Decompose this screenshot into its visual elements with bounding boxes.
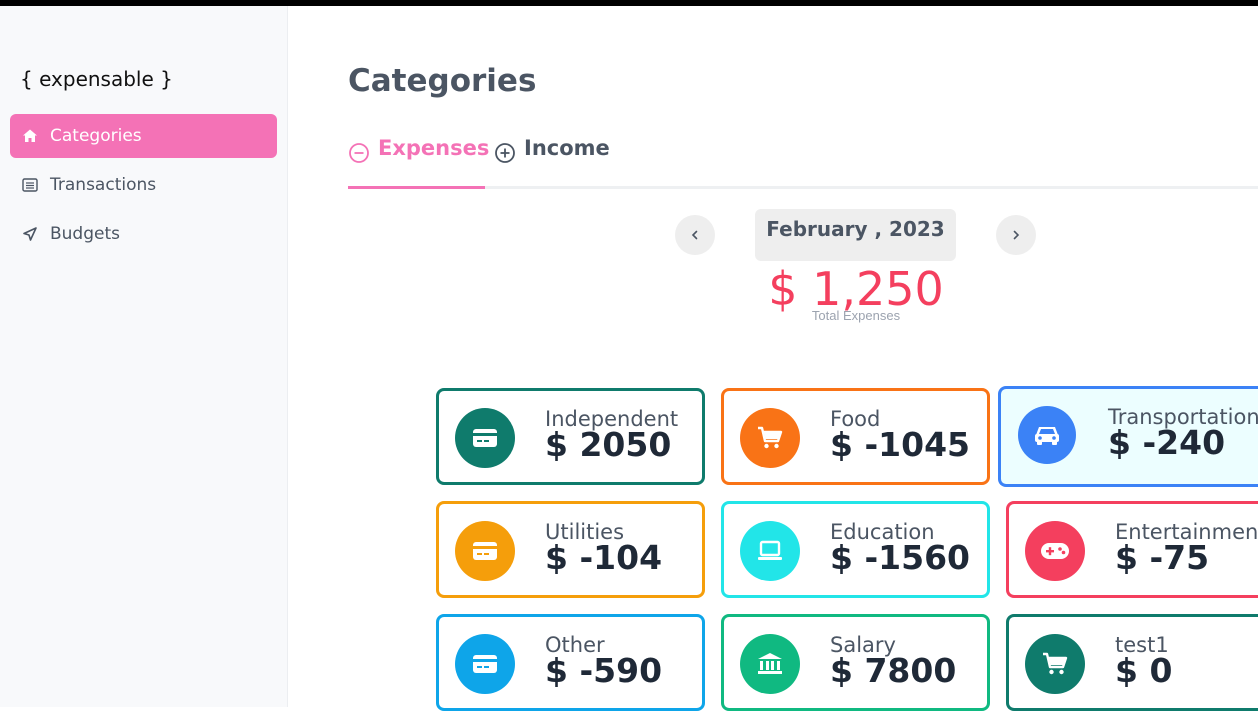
sidebar-item-budgets[interactable]: Budgets xyxy=(10,212,277,256)
minus-circle-icon xyxy=(349,143,369,163)
category-amount: $ 2050 xyxy=(545,425,672,464)
category-card-salary[interactable]: Salary $ 7800 xyxy=(721,614,990,711)
sidebar-item-label: Budgets xyxy=(50,224,121,244)
category-amount: $ -1045 xyxy=(830,425,970,464)
category-card-transportation[interactable]: Transportation $ -240 xyxy=(998,386,1258,487)
category-amount: $ -590 xyxy=(545,651,663,690)
tab-label: Expenses xyxy=(378,136,490,160)
list-icon xyxy=(20,175,40,195)
cart-icon xyxy=(740,408,800,468)
gamepad-icon xyxy=(1025,521,1085,581)
active-tab-indicator xyxy=(348,186,485,189)
tab-income[interactable]: Income xyxy=(494,132,610,164)
category-card-utilities[interactable]: Utilities $ -104 xyxy=(436,501,705,598)
category-card-other[interactable]: Other $ -590 xyxy=(436,614,705,711)
category-amount: $ 7800 xyxy=(830,651,957,690)
chevron-right-icon xyxy=(1013,230,1020,240)
car-icon xyxy=(1018,406,1076,464)
sidebar: { expensable } Categories Transactions B… xyxy=(0,6,288,707)
category-amount: $ -104 xyxy=(545,538,663,577)
category-card-entertainment[interactable]: Entertainment $ -75 xyxy=(1006,501,1258,598)
category-card-independent[interactable]: Independent $ 2050 xyxy=(436,388,705,485)
credit-card-icon xyxy=(455,521,515,581)
category-amount: $ -75 xyxy=(1115,538,1210,577)
category-type-tabs: Expenses Income xyxy=(348,124,1258,189)
main-content: Categories Expenses Income February , 20… xyxy=(288,6,1258,711)
total-label: Total Expenses xyxy=(811,308,901,323)
page-title: Categories xyxy=(348,63,537,99)
app-logo: { expensable } xyxy=(20,67,173,91)
chevron-left-icon xyxy=(691,230,698,240)
sidebar-item-transactions[interactable]: Transactions xyxy=(10,163,277,207)
credit-card-icon xyxy=(455,408,515,468)
category-amount: $ -1560 xyxy=(830,538,970,577)
next-month-button[interactable] xyxy=(996,215,1036,255)
sidebar-item-label: Categories xyxy=(50,126,142,146)
plus-circle-icon xyxy=(495,143,515,163)
sidebar-item-label: Transactions xyxy=(50,175,157,195)
cart-icon xyxy=(1025,634,1085,694)
tab-label: Income xyxy=(524,136,610,160)
send-icon xyxy=(20,224,40,244)
bank-icon xyxy=(740,634,800,694)
home-icon xyxy=(20,126,40,146)
category-card-education[interactable]: Education $ -1560 xyxy=(721,501,990,598)
category-amount: $ 0 xyxy=(1115,651,1173,690)
category-card-test1[interactable]: test1 $ 0 xyxy=(1006,614,1258,711)
tab-expenses[interactable]: Expenses xyxy=(348,132,489,164)
sidebar-item-categories[interactable]: Categories xyxy=(10,114,277,158)
laptop-icon xyxy=(740,521,800,581)
period-selector[interactable]: February , 2023 xyxy=(755,209,956,261)
credit-card-icon xyxy=(455,634,515,694)
category-amount: $ -240 xyxy=(1108,423,1226,462)
previous-month-button[interactable] xyxy=(675,215,715,255)
category-card-food[interactable]: Food $ -1045 xyxy=(721,388,990,485)
